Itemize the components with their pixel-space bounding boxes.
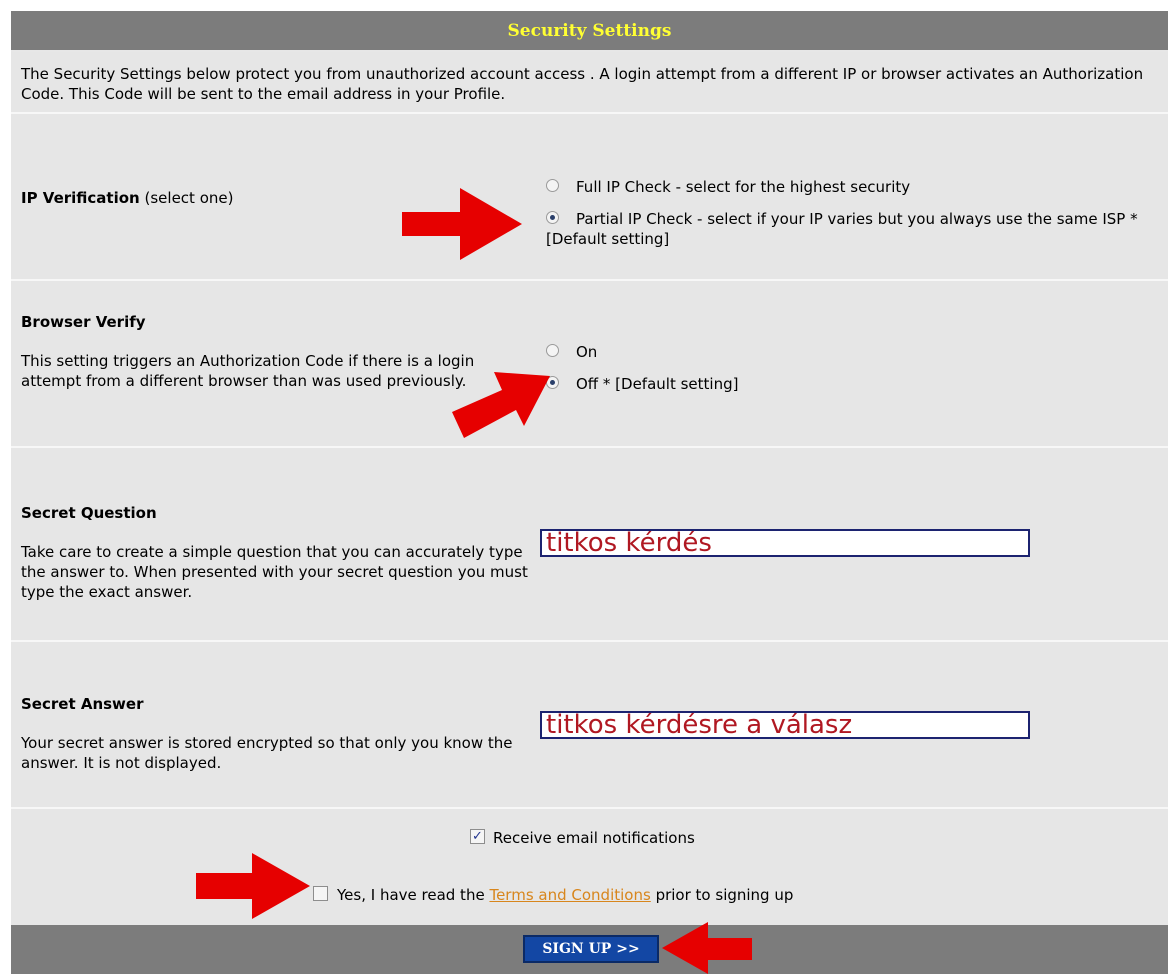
panel-footer: SIGN UP >>: [11, 925, 1168, 974]
radio-partial-ip-icon[interactable]: [546, 211, 559, 224]
terms-link[interactable]: Terms and Conditions: [489, 886, 650, 904]
radio-browser-on-icon[interactable]: [546, 344, 559, 357]
email-notifications-checkbox[interactable]: ✓: [470, 829, 485, 844]
radio-partial-ip-check[interactable]: Partial IP Check - select if your IP var…: [546, 209, 1156, 249]
secret-answer-description: Your secret answer is stored encrypted s…: [21, 734, 513, 772]
email-notifications-label: Receive email notifications: [493, 829, 695, 847]
radio-full-ip-icon[interactable]: [546, 179, 559, 192]
security-settings-panel: Security Settings The Security Settings …: [11, 11, 1168, 974]
intro-section: The Security Settings below protect you …: [11, 52, 1168, 112]
secret-question-input[interactable]: titkos kérdés: [540, 529, 1030, 557]
radio-browser-on[interactable]: On: [546, 342, 597, 362]
radio-browser-off-label: Off * [Default setting]: [576, 375, 739, 393]
sign-up-button[interactable]: SIGN UP >>: [523, 935, 659, 963]
terms-prefix: Yes, I have read the: [337, 886, 485, 904]
agreement-section: ✓ Receive email notifications Yes, I hav…: [11, 809, 1168, 925]
terms-checkbox[interactable]: [313, 886, 328, 901]
radio-full-ip-label: Full IP Check - select for the highest s…: [576, 178, 911, 196]
browser-verify-label: Browser Verify: [21, 313, 146, 331]
secret-question-description: Take care to create a simple question th…: [21, 543, 528, 601]
radio-full-ip-check[interactable]: Full IP Check - select for the highest s…: [546, 177, 1156, 197]
terms-label: Yes, I have read the Terms and Condition…: [337, 885, 793, 905]
secret-question-section: Secret Question Take care to create a si…: [11, 448, 1168, 640]
radio-browser-off-icon[interactable]: [546, 376, 559, 389]
secret-answer-heading: Secret Answer: [21, 694, 143, 714]
browser-verify-section: Browser Verify This setting triggers an …: [11, 281, 1168, 446]
radio-browser-off[interactable]: Off * [Default setting]: [546, 374, 738, 394]
secret-answer-label: Secret Answer: [21, 695, 144, 713]
secret-question-heading: Secret Question: [21, 503, 157, 523]
ip-verification-label: IP Verification: [21, 189, 140, 207]
panel-header: Security Settings: [11, 11, 1168, 50]
terms-suffix: prior to signing up: [655, 886, 794, 904]
secret-answer-input[interactable]: titkos kérdésre a válasz: [540, 711, 1030, 739]
ip-verification-heading: IP Verification (select one): [21, 188, 233, 208]
ip-verification-section: IP Verification (select one) Full IP Che…: [11, 114, 1168, 279]
browser-verify-description: This setting triggers an Authorization C…: [21, 352, 475, 390]
browser-verify-heading: Browser Verify: [21, 312, 146, 332]
secret-question-label: Secret Question: [21, 504, 157, 522]
ip-verification-hint: (select one): [144, 189, 234, 207]
secret-answer-section: Secret Answer Your secret answer is stor…: [11, 642, 1168, 807]
radio-partial-ip-label: Partial IP Check - select if your IP var…: [546, 210, 1138, 248]
panel-title: Security Settings: [507, 20, 672, 41]
intro-text: The Security Settings below protect you …: [21, 65, 1144, 103]
radio-browser-on-label: On: [576, 343, 598, 361]
